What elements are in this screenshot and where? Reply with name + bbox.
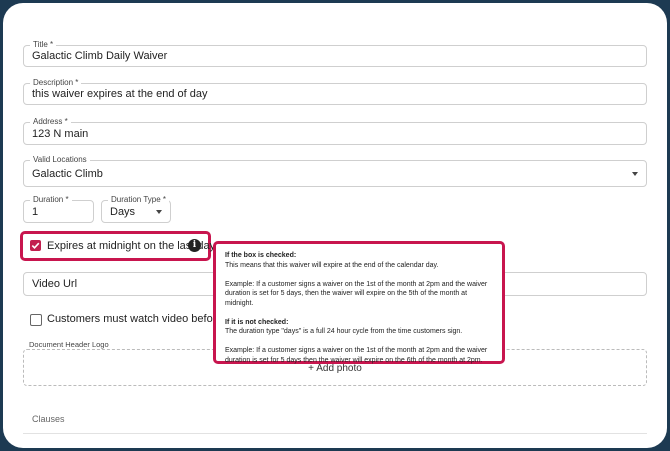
chevron-down-icon: [632, 171, 638, 176]
clauses-label: Clauses: [32, 414, 65, 424]
duration-type-value: Days: [110, 205, 136, 218]
tooltip-unchecked-text: The duration type "days" is a full 24 ho…: [225, 328, 463, 335]
duration-field[interactable]: Duration * 1: [23, 194, 94, 223]
tooltip-unchecked-example-line1: Example: If a customer signs a waiver on…: [225, 347, 488, 354]
tooltip-checked-heading: If the box is checked:: [225, 252, 297, 259]
tooltip-unchecked-heading: If it is not checked:: [225, 318, 289, 326]
info-tooltip: If the box is checked: This means that t…: [213, 241, 505, 364]
tooltip-unchecked-example-line2: duration is set for 5 days then the waiv…: [225, 356, 483, 364]
expires-checkbox[interactable]: [30, 240, 41, 251]
valid-locations-select[interactable]: Valid Locations Galactic Climb: [23, 154, 647, 187]
info-icon[interactable]: i: [188, 239, 201, 252]
chevron-down-icon: [156, 209, 162, 214]
waiver-form-window: Title * Galactic Climb Daily Waiver Desc…: [3, 3, 667, 448]
tooltip-checked-example-line2: duration is set for 5 days, then the wai…: [225, 290, 468, 307]
duration-type-select[interactable]: Duration Type * Days: [101, 194, 171, 223]
title-field[interactable]: Title * Galactic Climb Daily Waiver: [23, 39, 647, 67]
description-value: this waiver expires at the end of day: [32, 88, 208, 100]
address-field[interactable]: Address * 123 N main: [23, 116, 647, 145]
duration-value: 1: [32, 205, 39, 218]
tooltip-checked-example-line1: Example: If a customer signs a waiver on…: [225, 280, 488, 288]
tooltip-checked-text: This means that this waiver will expire …: [225, 261, 439, 269]
video-url-placeholder: Video Url: [32, 278, 78, 290]
valid-locations-value: Galactic Climb: [32, 167, 103, 180]
address-value: 123 N main: [32, 127, 89, 140]
divider: [23, 433, 647, 434]
title-value: Galactic Climb Daily Waiver: [32, 50, 168, 62]
header-logo-label: Document Header Logo: [29, 340, 109, 349]
description-field[interactable]: Description * this waiver expires at the…: [23, 77, 647, 105]
watch-video-checkbox[interactable]: [30, 314, 42, 326]
